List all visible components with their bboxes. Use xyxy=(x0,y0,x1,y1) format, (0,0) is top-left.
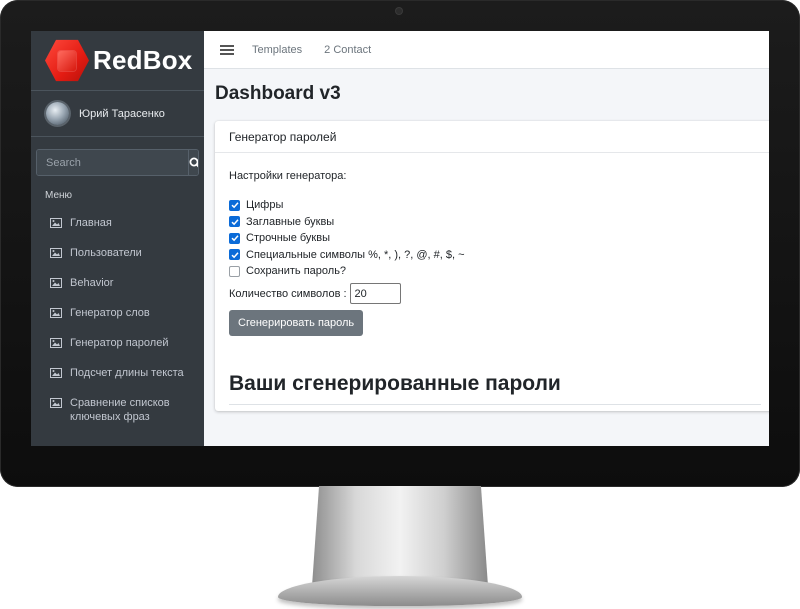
redbox-logo-icon xyxy=(45,39,89,83)
monitor-stand xyxy=(312,486,488,586)
option-label: Цифры xyxy=(246,199,284,212)
image-icon xyxy=(50,308,62,318)
image-icon xyxy=(50,338,62,348)
option-digits[interactable]: Цифры xyxy=(229,197,761,214)
char-count-input[interactable] xyxy=(349,283,401,304)
option-save-password[interactable]: Сохранить пароль? xyxy=(229,263,761,280)
sidebar-item-label: Behavior xyxy=(70,277,114,289)
brand-name: RedBox xyxy=(93,45,193,75)
camera-dot xyxy=(396,8,402,14)
image-icon xyxy=(50,398,62,408)
image-icon xyxy=(50,248,62,258)
generate-password-button[interactable]: Сгенерировать пароль xyxy=(229,309,364,336)
sidebar-item-keyword-compare[interactable]: Сравнение списков ключевых фраз xyxy=(31,388,204,432)
check-icon xyxy=(230,219,239,226)
sidebar-item-password-generator[interactable]: Генератор паролей xyxy=(31,328,204,358)
search-input[interactable] xyxy=(37,150,188,175)
sidebar-item-users[interactable]: Пользователи xyxy=(31,238,204,268)
sidebar-item-label: Сравнение списков ключевых фраз xyxy=(70,397,170,423)
option-label: Заглавные буквы xyxy=(246,215,335,228)
card-title: Генератор паролей xyxy=(215,121,769,153)
sidebar-item-text-length[interactable]: Подсчет длины текста xyxy=(31,358,204,388)
check-icon xyxy=(230,202,239,209)
check-icon xyxy=(230,252,239,259)
check-icon xyxy=(230,235,239,242)
user-name[interactable]: Юрий Тарасенко xyxy=(79,108,165,120)
sidebar-item-home[interactable]: Главная xyxy=(31,208,204,238)
main-content: Dashboard v3 Генератор паролей Настройки… xyxy=(204,69,769,446)
option-label: Строчные буквы xyxy=(246,232,330,245)
screen: RedBox Юрий Тарасенко Меню xyxy=(31,31,769,446)
top-navbar: Templates 2 Contact xyxy=(204,31,769,69)
checkbox-checked[interactable] xyxy=(229,199,240,211)
nav-link-templates[interactable]: Templates xyxy=(252,44,302,56)
sidebar-item-label: Главная xyxy=(70,217,112,229)
option-lowercase[interactable]: Строчные буквы xyxy=(229,230,761,247)
sidebar-item-label: Генератор паролей xyxy=(70,337,169,349)
checkbox-checked[interactable] xyxy=(229,249,240,261)
sidebar-item-label: Пользователи xyxy=(70,247,142,259)
search-button[interactable] xyxy=(188,150,198,175)
monitor-frame: RedBox Юрий Тарасенко Меню xyxy=(0,0,800,487)
user-panel[interactable]: Юрий Тарасенко xyxy=(31,91,204,137)
image-icon xyxy=(50,218,62,228)
sidebar-item-label: Подсчет длины текста xyxy=(70,367,184,379)
char-count-row: Количество символов : xyxy=(229,283,761,305)
divider xyxy=(229,403,761,405)
avatar xyxy=(46,102,69,125)
results-title: Ваши сгенерированные пароли xyxy=(229,371,561,395)
checkbox-checked[interactable] xyxy=(229,232,240,244)
nav-link-contact[interactable]: 2 Contact xyxy=(324,44,371,56)
page-title: Dashboard v3 xyxy=(215,83,341,104)
checkbox-checked[interactable] xyxy=(229,216,240,228)
sidebar-search xyxy=(36,149,199,176)
sidebar-item-label: Генератор слов xyxy=(70,307,150,319)
settings-label: Настройки генератора: xyxy=(229,170,347,182)
search-icon xyxy=(189,157,198,167)
option-label: Сохранить пароль? xyxy=(246,265,347,278)
brand-link[interactable]: RedBox xyxy=(31,31,204,91)
sidebar-item-word-generator[interactable]: Генератор слов xyxy=(31,298,204,328)
card-body: Настройки генератора: Цифры Заглавные бу… xyxy=(215,153,769,405)
option-special-chars[interactable]: Специальные символы %, *, ), ?, @, #, $,… xyxy=(229,247,761,264)
password-generator-card: Генератор паролей Настройки генератора: … xyxy=(215,121,769,411)
sidebar-item-behavior[interactable]: Behavior xyxy=(31,268,204,298)
nav-header: Меню xyxy=(45,190,73,201)
image-icon xyxy=(50,368,62,378)
image-icon xyxy=(50,278,62,288)
checkbox-unchecked[interactable] xyxy=(229,265,240,277)
menu-toggle-icon[interactable] xyxy=(220,44,234,55)
char-count-label: Количество символов : xyxy=(229,287,347,300)
option-uppercase[interactable]: Заглавные буквы xyxy=(229,214,761,231)
option-label: Специальные символы %, *, ), ?, @, #, $,… xyxy=(246,248,465,261)
sidebar: RedBox Юрий Тарасенко Меню xyxy=(31,31,204,446)
sidebar-nav: Главная Пользователи Behavior Генератор … xyxy=(31,208,204,432)
